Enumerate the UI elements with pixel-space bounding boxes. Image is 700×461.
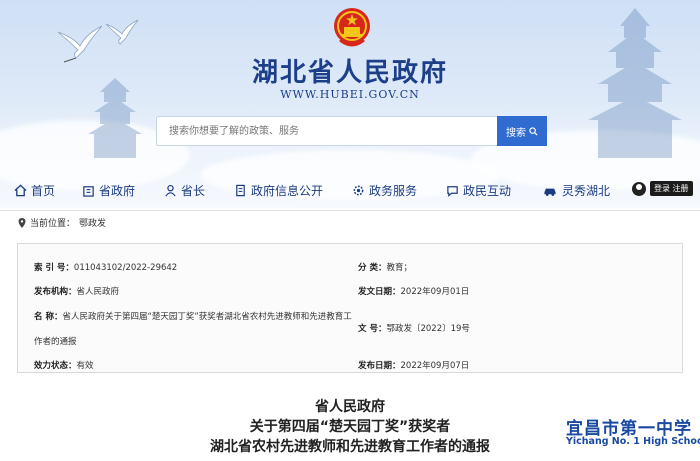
header-banner: 湖北省人民政府 WWW.HUBEI.GOV.CN 搜索 首页 省政府 [0,0,700,208]
crane-bird-illustration [105,19,139,45]
search-button-label: 搜索 [506,127,526,139]
info-key: 文 号： [358,324,387,334]
document-info-panel: 索 引 号：011043102/2022-29642 分 类：教育； 发布机构：… [17,243,683,373]
info-name-continued: 作者的通报 [34,335,77,347]
nav-label: 首页 [31,184,56,198]
school-watermark-en: Yichang No. 1 High School [566,436,700,447]
info-value: 011043102/2022-29642 [73,263,178,273]
search-icon [529,126,538,136]
national-emblem-icon [334,8,370,47]
search-input[interactable] [157,117,497,145]
info-value: 2022年09月01日 [400,287,470,297]
nav-item-info-disclosure[interactable]: 政府信息公开 [234,182,323,199]
nav-item-provincial-government[interactable]: 省政府 [82,182,135,199]
nav-label: 政府信息公开 [251,184,324,198]
info-value: 省人民政府 [76,287,120,297]
info-key: 发文日期： [358,287,401,297]
info-publish-date: 发布日期：2022年09月07日 [358,359,469,371]
info-index: 索 引 号：011043102/2022-29642 [34,261,177,273]
breadcrumb: 当前位置： 鄂政发 [0,210,700,234]
user-area: 登录 注册 [632,181,693,196]
info-doc-number: 文 号：鄂政发〔2022〕19号 [358,322,470,334]
site-title: 湖北省人民政府 [251,58,448,88]
search-button[interactable]: 搜索 [497,116,547,146]
breadcrumb-prefix: 当前位置： [30,219,76,229]
gear-icon [353,185,364,196]
nav-item-government-services[interactable]: 政务服务 [352,182,417,199]
info-value: 2022年09月07日 [400,361,470,371]
info-key: 分 类： [358,263,387,273]
nav-item-beautiful-hubei[interactable]: 灵秀湖北 [542,182,610,199]
nav-label: 政民互动 [463,184,512,198]
site-url: WWW.HUBEI.GOV.CN [280,88,420,101]
breadcrumb-current[interactable]: 鄂政发 [79,216,106,229]
info-category: 分 类：教育； [358,261,412,273]
info-issuer: 发布机构：省人民政府 [34,285,119,297]
info-key: 索 引 号： [34,263,74,273]
info-value: 教育； [386,263,412,273]
info-status: 效力状态：有效 [34,359,94,371]
info-name: 名 称：省人民政府关于第四届“楚天园丁奖”获奖者湖北省农村先进教师和先进教育工 [34,310,352,322]
chat-icon [447,186,458,197]
nav-label: 省政府 [99,184,136,198]
nav-item-home[interactable]: 首页 [14,182,55,199]
user-icon[interactable] [632,181,646,196]
info-value: 鄂政发〔2022〕19号 [386,324,470,334]
login-register-button[interactable]: 登录 注册 [650,181,693,196]
nav-label: 政务服务 [369,184,418,198]
info-key: 名 称： [34,312,63,322]
document-icon [236,184,245,197]
info-key: 发布机构： [34,287,77,297]
info-value: 有效 [76,361,94,371]
nav-item-governor[interactable]: 省长 [164,182,205,199]
info-key: 发布日期： [358,361,401,371]
article-title-line: 省人民政府 [315,399,385,415]
nav-label: 省长 [181,184,206,198]
nav-label: 灵秀湖北 [562,184,611,198]
location-pin-icon [18,217,26,228]
main-nav: 首页 省政府 省长 政府信息公开 政务服务 政民互动 灵秀湖北 登录 注册 [0,176,700,206]
info-value: 作者的通报 [34,337,77,347]
nav-item-interaction[interactable]: 政民互动 [446,182,511,199]
home-icon [14,184,27,197]
car-icon [544,188,556,196]
building-icon [83,186,94,197]
person-icon [165,184,176,197]
info-issue-date: 发文日期：2022年09月01日 [358,285,469,297]
search-box: 搜索 [156,116,547,146]
info-value: 省人民政府关于第四届“楚天园丁奖”获奖者湖北省农村先进教师和先进教育工 [62,312,352,322]
info-key: 效力状态： [34,361,77,371]
